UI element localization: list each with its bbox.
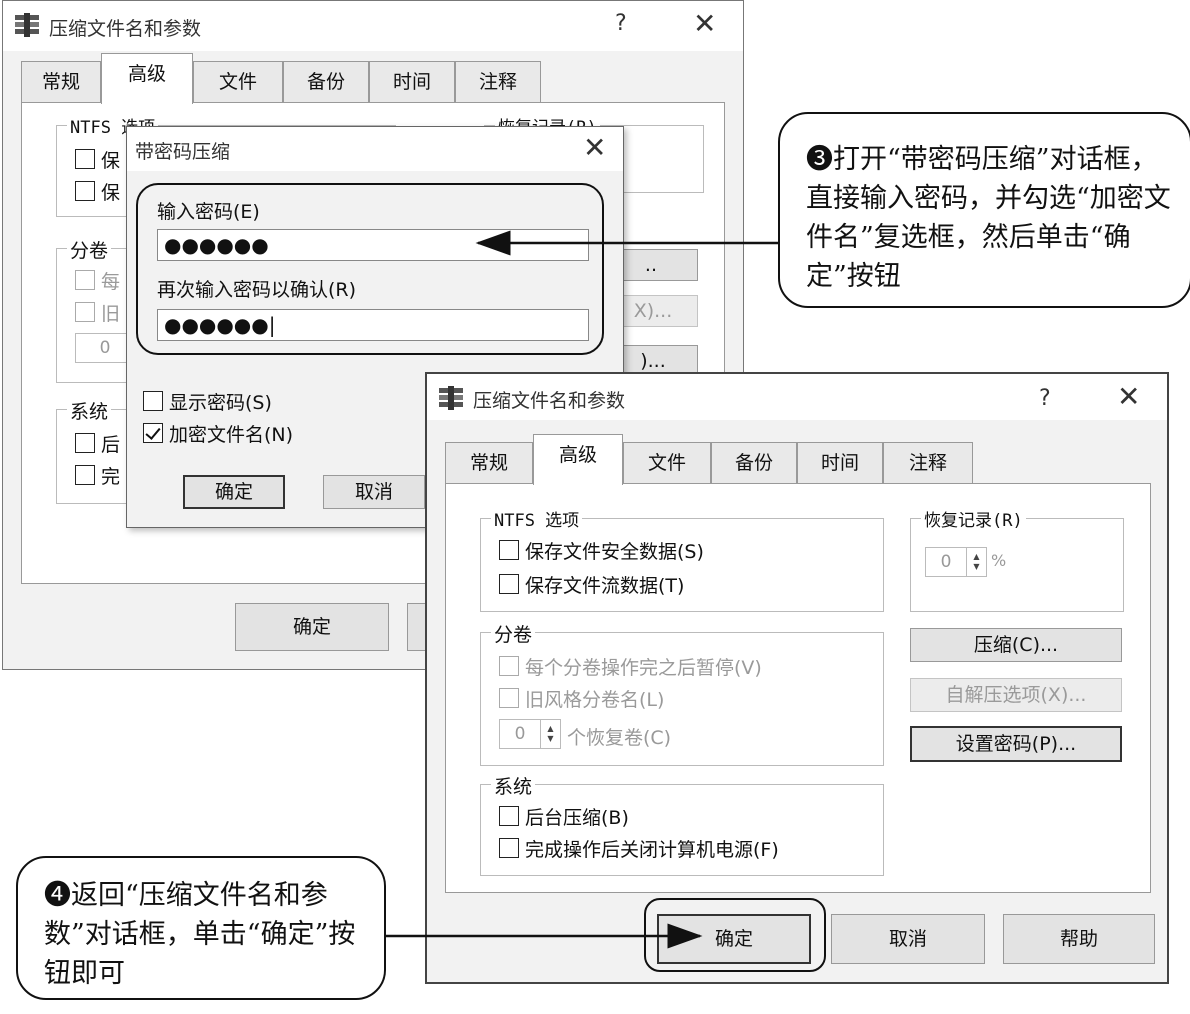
callout-arrows <box>386 230 778 949</box>
tab-advanced[interactable]: 高级 <box>533 434 623 485</box>
tab-advanced[interactable]: 高级 <box>101 53 193 104</box>
